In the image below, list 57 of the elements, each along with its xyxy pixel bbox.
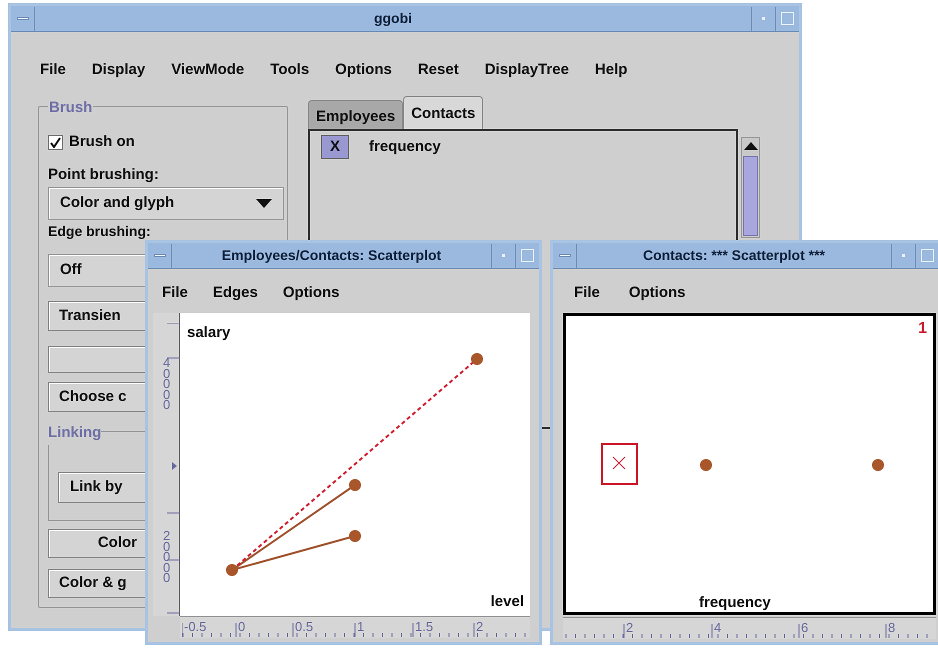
menu-item[interactable]: Tools (270, 58, 310, 82)
button[interactable]: Color & g (48, 569, 148, 598)
menu-item[interactable]: Help (594, 58, 628, 82)
tick-label: 0.5 (295, 620, 314, 634)
selected-point-marker (601, 443, 638, 485)
checkbox[interactable] (48, 134, 63, 150)
tick-label: 8 (888, 621, 896, 635)
tick-label: -0.5 (184, 620, 206, 634)
button[interactable]: Choose c (48, 382, 148, 412)
window-title: Employees/Contacts: Scatterplot (220, 246, 442, 265)
button[interactable] (48, 346, 148, 373)
dropdown[interactable]: Color and glyph (48, 187, 284, 220)
menu-item[interactable]: Edges (212, 282, 258, 304)
scroll-thumb[interactable] (743, 156, 758, 236)
button[interactable]: Link by (58, 472, 148, 503)
tab[interactable]: Contacts (403, 96, 484, 129)
tick-label: 40000 (163, 358, 170, 410)
axis-label: salary (187, 323, 230, 343)
tick-label: 6 (801, 621, 808, 635)
menu-item[interactable]: Display (92, 58, 146, 82)
data-point (349, 479, 361, 491)
menu-item[interactable]: File (574, 282, 600, 304)
tick-label: 1.5 (415, 620, 434, 634)
menu-item[interactable]: Options (282, 282, 340, 304)
data-point (226, 564, 238, 576)
plot-number: 1 (918, 319, 927, 339)
variable-toggle[interactable]: X (321, 135, 349, 159)
field-label: Point brushing: (48, 165, 159, 185)
axis-label: frequency (699, 592, 771, 612)
menu-item[interactable]: ViewMode (171, 58, 244, 82)
tick-label: 0 (238, 620, 246, 634)
tick-label: 2 (476, 620, 484, 634)
data-point (471, 353, 483, 365)
scroll-bar[interactable] (741, 137, 760, 238)
button[interactable]: Color (48, 529, 148, 558)
tick-label: 1 (357, 620, 364, 634)
data-point (349, 530, 361, 542)
window-title: ggobi (372, 9, 414, 28)
data-point (872, 459, 884, 471)
checkbox-label: Brush on (69, 132, 135, 152)
menu-item[interactable]: Options (628, 282, 686, 304)
button[interactable]: Transien (48, 301, 148, 331)
menu-item[interactable]: Reset (418, 58, 459, 82)
menu-item[interactable]: Options (335, 58, 392, 82)
window-title: Contacts: *** Scatterplot *** (642, 246, 826, 265)
tick-label: 4 (714, 621, 722, 635)
tick-label: 2 (626, 621, 634, 635)
tab[interactable]: Employees (308, 100, 404, 129)
caret-icon (256, 199, 272, 208)
axis-label: level (490, 592, 524, 612)
variable-name: frequency (369, 136, 441, 157)
menu-item[interactable]: File (40, 58, 66, 82)
dropdown[interactable]: Off (48, 254, 148, 287)
menu-item[interactable]: DisplayTree (484, 58, 569, 82)
field-label: Edge brushing: (48, 224, 151, 239)
menu-item[interactable]: File (162, 282, 188, 304)
data-point (700, 459, 712, 471)
